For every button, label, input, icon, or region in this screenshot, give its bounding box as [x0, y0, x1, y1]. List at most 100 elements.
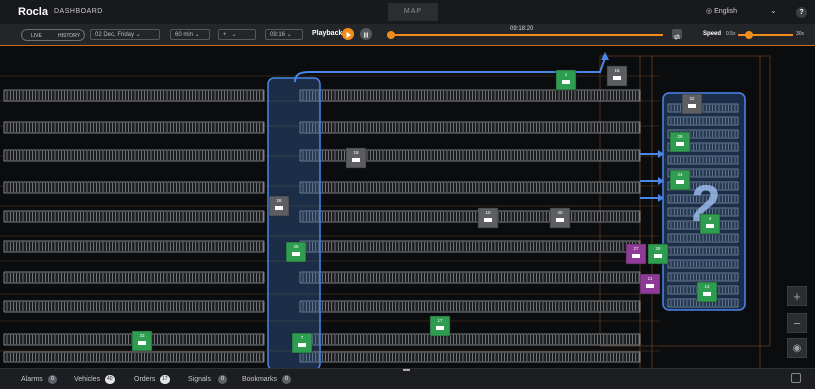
- panel-handle[interactable]: ▬: [403, 366, 413, 373]
- forklift-icon: [275, 206, 283, 210]
- step-select[interactable]: + ⌄: [218, 29, 256, 40]
- duration-select[interactable]: 60 min ⌄: [170, 29, 210, 40]
- vehicle-16[interactable]: 16: [606, 65, 628, 87]
- signals-tab[interactable]: Signals: [188, 376, 211, 383]
- rack: [299, 333, 641, 346]
- orders-tab[interactable]: Orders: [134, 376, 155, 383]
- rack: [3, 210, 265, 223]
- play-icon: [346, 32, 351, 38]
- timeline-handle[interactable]: [387, 31, 395, 39]
- rack: [3, 89, 265, 102]
- step-value: +: [223, 32, 227, 38]
- rack: [299, 240, 641, 253]
- loop-icon: [673, 34, 681, 40]
- signals-count: 0: [218, 375, 227, 384]
- zoom-out-button[interactable]: −: [787, 313, 807, 333]
- forklift-icon: [436, 326, 444, 330]
- vehicle-40[interactable]: 40: [549, 207, 571, 229]
- time-select[interactable]: 09:16 ⌄: [265, 29, 303, 40]
- rack: [299, 181, 641, 194]
- live-history-toggle[interactable]: LIVE HISTORY: [21, 29, 85, 41]
- tab-map[interactable]: MAP: [388, 3, 438, 21]
- rack: [3, 121, 265, 134]
- vehicle-id: 16: [614, 68, 620, 73]
- forklift-icon: [676, 180, 684, 184]
- vehicle-24[interactable]: 24: [669, 169, 691, 191]
- vehicle-17[interactable]: 17: [429, 315, 451, 337]
- warehouse-map[interactable]: 2 1 16 22 29 18 24 26 10 40 4 25 27 28 11 14 17 33 7: [0, 46, 815, 368]
- vehicle-10[interactable]: 10: [477, 207, 499, 229]
- vehicle-id: 33: [139, 333, 145, 338]
- vehicle-id: 29: [677, 134, 683, 139]
- vehicle-4[interactable]: 4: [699, 213, 721, 235]
- mode-history[interactable]: HISTORY: [58, 30, 80, 42]
- vehicle-id: 27: [633, 246, 639, 251]
- pause-icon: [364, 32, 368, 38]
- app-logo: Rocla: [18, 6, 48, 18]
- vehicle-11[interactable]: 11: [639, 273, 661, 295]
- rack: [299, 300, 641, 313]
- vehicle-7[interactable]: 7: [291, 332, 313, 354]
- rack: [3, 149, 265, 162]
- mode-live[interactable]: LIVE: [31, 30, 42, 42]
- export-icon[interactable]: [791, 373, 801, 383]
- alarms-tab[interactable]: Alarms: [21, 376, 43, 383]
- vehicle-28[interactable]: 28: [647, 243, 669, 265]
- duration-value: 60 min: [175, 32, 194, 38]
- dashboard-link[interactable]: DASHBOARD: [54, 8, 103, 15]
- orders-count: 17: [160, 375, 170, 384]
- vehicle-id: 40: [557, 210, 563, 215]
- vehicle-29[interactable]: 29: [669, 131, 691, 153]
- timeline-track[interactable]: [388, 34, 663, 36]
- vehicle-id: 28: [655, 246, 661, 251]
- speed-min-label: 0.5x: [726, 31, 736, 37]
- play-button[interactable]: [342, 28, 354, 40]
- vehicle-id: 26: [276, 198, 282, 203]
- bookmarks-tab[interactable]: Bookmarks: [242, 376, 277, 383]
- forklift-icon: [298, 343, 306, 347]
- speed-max-label: 30x: [796, 31, 805, 37]
- forklift-icon: [646, 284, 654, 288]
- forklift-icon: [688, 104, 696, 108]
- zone-aisle-left[interactable]: [267, 77, 321, 368]
- language-value: English: [714, 8, 738, 15]
- rack: [3, 181, 265, 194]
- rack: [3, 240, 265, 253]
- vehicle-27[interactable]: 27: [625, 243, 647, 265]
- vehicle-22[interactable]: 22: [681, 93, 703, 115]
- date-value: 02 Dec, Friday: [95, 32, 135, 38]
- forklift-icon: [654, 254, 662, 258]
- vehicle-25[interactable]: 25: [285, 241, 307, 263]
- vehicles-tab[interactable]: Vehicles: [74, 376, 100, 383]
- date-select[interactable]: 02 Dec, Friday ⌄: [90, 29, 160, 40]
- forklift-icon: [484, 218, 492, 222]
- vehicle-id: 14: [704, 284, 710, 289]
- timeline-time: 09:18:20: [510, 26, 534, 32]
- language-select[interactable]: ◎ English: [706, 7, 737, 15]
- rack: [299, 210, 641, 223]
- playback-label: Playback: [312, 30, 343, 37]
- forklift-icon: [613, 76, 621, 80]
- rack: [299, 271, 641, 284]
- zoom-in-button[interactable]: +: [787, 286, 807, 306]
- speed-label: Speed: [703, 31, 722, 37]
- vehicle-26[interactable]: 26: [268, 195, 290, 217]
- vehicle-1[interactable]: 1: [555, 69, 577, 91]
- forklift-icon: [706, 224, 714, 228]
- forklift-icon: [676, 142, 684, 146]
- vehicle-18[interactable]: 18: [345, 147, 367, 169]
- vehicles-count: 40: [105, 375, 115, 384]
- pause-button[interactable]: [360, 28, 372, 40]
- chevron-down-icon[interactable]: ⌄: [770, 6, 777, 15]
- map-canvas[interactable]: 2 116222918242610 40425 27 2811141733 7: [0, 46, 815, 368]
- time-value: 09:16: [270, 32, 286, 38]
- vehicle-33[interactable]: 33: [131, 330, 153, 352]
- rack: [3, 351, 265, 363]
- recenter-button[interactable]: ◉: [787, 338, 807, 358]
- rack: [299, 89, 641, 102]
- forklift-icon: [703, 292, 711, 296]
- loop-button[interactable]: [672, 29, 682, 40]
- speed-slider-handle[interactable]: [745, 31, 753, 39]
- vehicle-14[interactable]: 14: [696, 281, 718, 303]
- help-button[interactable]: ?: [796, 7, 807, 18]
